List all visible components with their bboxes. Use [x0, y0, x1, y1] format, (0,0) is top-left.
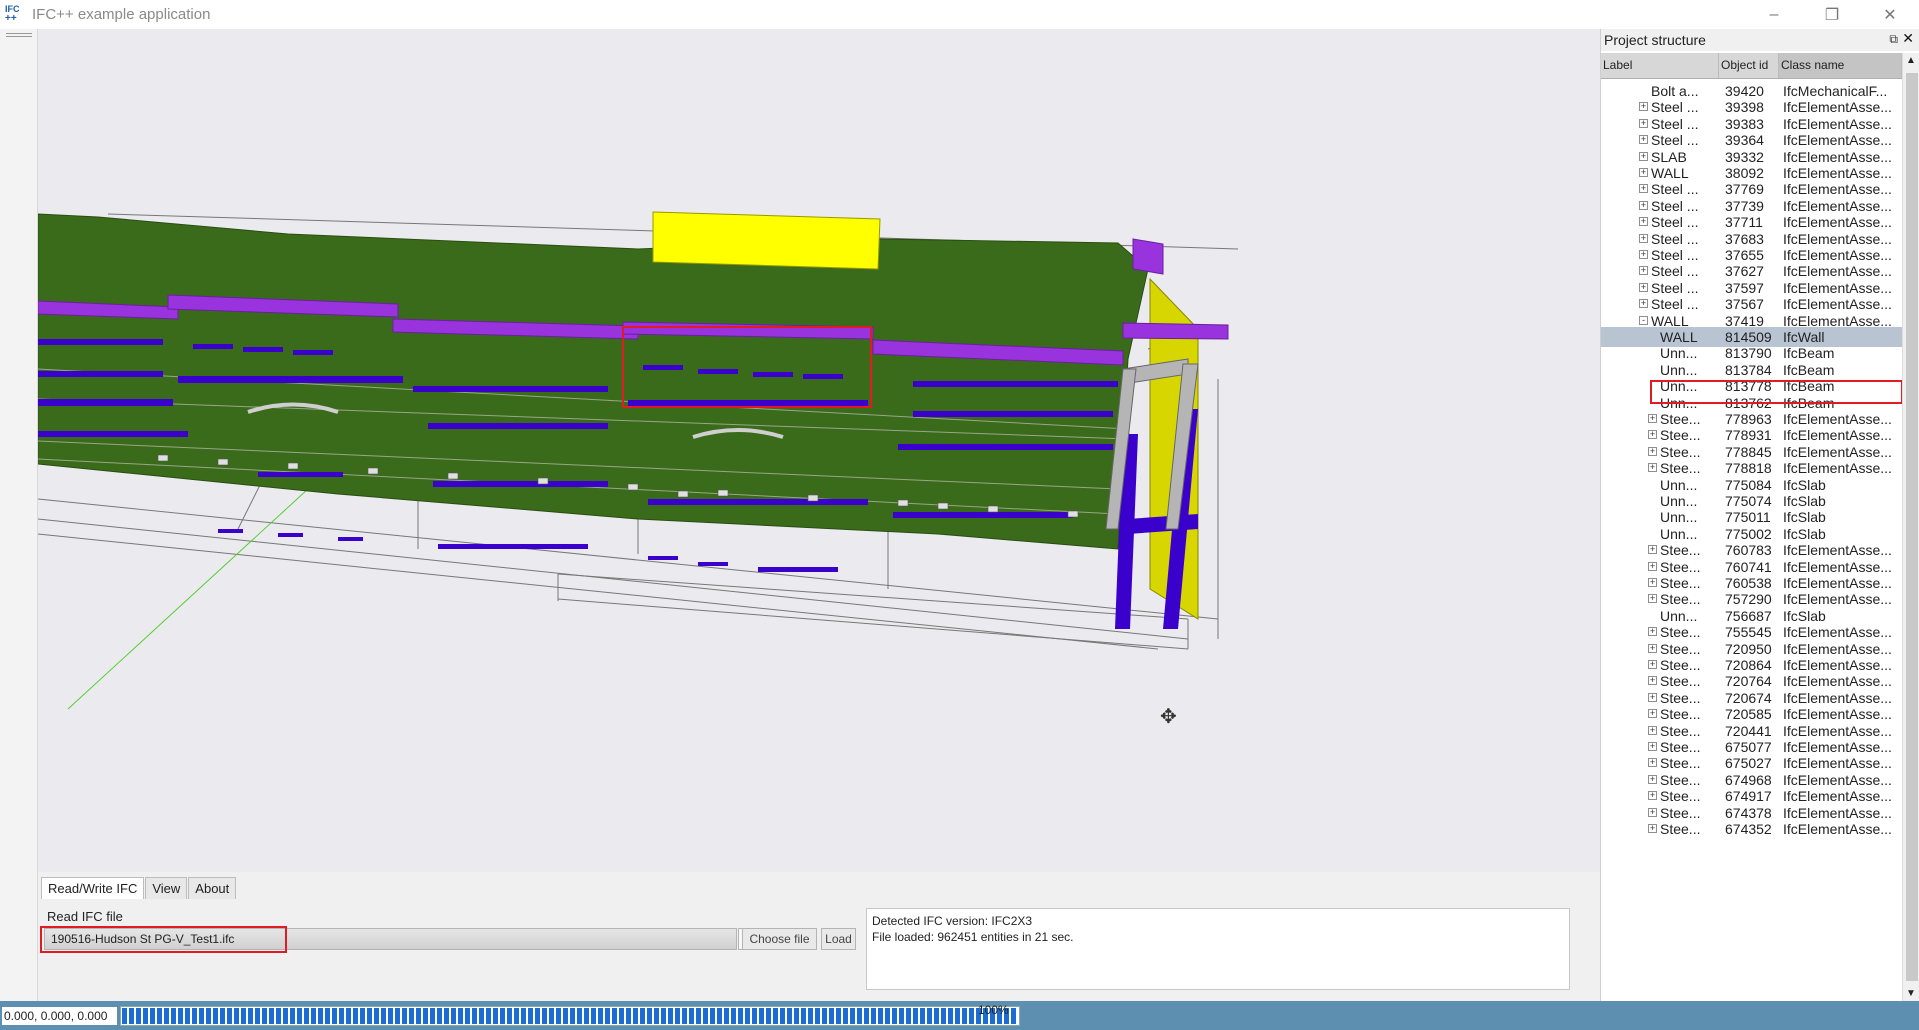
expand-icon[interactable]: + [1648, 545, 1657, 555]
app-logo-bottom: ++ [5, 12, 17, 24]
minimize-button[interactable]: – [1745, 0, 1803, 29]
column-header-object-id[interactable]: Object id [1719, 53, 1779, 78]
window-controls: – ❐ ✕ [1745, 0, 1919, 29]
app-window: IFC ++ IFC++ example application – ❐ ✕ ✥… [0, 0, 1919, 1030]
expand-icon[interactable]: + [1648, 676, 1657, 686]
expand-icon[interactable]: + [1639, 151, 1648, 161]
scroll-thumb[interactable] [1906, 73, 1918, 981]
expand-icon[interactable]: + [1648, 758, 1657, 768]
yellow-element-top[interactable] [652, 211, 881, 270]
expand-icon[interactable]: + [1639, 184, 1648, 194]
3d-model-render[interactable]: ✥ [38, 29, 1600, 872]
left-toolbar [0, 29, 38, 1001]
expand-icon[interactable]: + [1648, 709, 1657, 719]
log-output[interactable]: Detected IFC version: IFC2X3 File loaded… [866, 908, 1570, 990]
progress-bar [120, 1006, 1020, 1026]
expand-icon[interactable]: + [1648, 774, 1657, 784]
tree-view[interactable]: Bolt a... 39420 IfcMechanicalF... + Steel ..… [1601, 81, 1902, 1001]
panel-title: Project structure [1604, 32, 1706, 48]
bottom-panel: Read/Write IFC View About Read IFC file … [38, 872, 1600, 1001]
expand-icon[interactable]: + [1648, 643, 1657, 653]
expand-icon[interactable]: + [1639, 282, 1648, 292]
read-ifc-label: Read IFC file [47, 909, 123, 924]
expand-icon[interactable]: + [1648, 594, 1657, 604]
column-header-label[interactable]: Label [1601, 53, 1719, 78]
tab-bar: Read/Write IFC View About [41, 877, 237, 899]
progress-text: 100% [978, 1003, 1009, 1017]
tree-scrollbar[interactable]: ▲ ▼ [1902, 53, 1919, 1001]
close-panel-icon[interactable]: ✕ [1902, 30, 1914, 47]
expand-icon[interactable]: + [1648, 446, 1657, 456]
log-line: File loaded: 962451 entities in 21 sec. [872, 930, 1074, 944]
expand-icon[interactable]: + [1648, 807, 1657, 817]
project-structure-panel: Project structure ⧉ ✕ Label Object id Cl… [1600, 29, 1919, 1001]
axis-line [67, 488, 309, 710]
tree-row-class-name: IfcElementAsse... [1783, 821, 1892, 837]
move-cursor-icon: ✥ [1160, 704, 1177, 728]
toolbar-grip-icon[interactable] [6, 33, 32, 37]
expand-icon[interactable]: + [1648, 463, 1657, 473]
collapse-icon[interactable]: - [1639, 315, 1648, 325]
expand-icon[interactable]: + [1648, 660, 1657, 669]
expand-icon[interactable]: + [1639, 233, 1648, 243]
expand-icon[interactable]: + [1639, 102, 1648, 112]
window-title: IFC++ example application [32, 6, 211, 23]
expand-icon[interactable]: + [1648, 692, 1657, 702]
expand-icon[interactable]: + [1648, 627, 1657, 637]
expand-icon[interactable]: + [1639, 168, 1648, 177]
title-bar: IFC ++ IFC++ example application – ❐ ✕ [0, 0, 1919, 29]
expand-icon[interactable]: + [1639, 118, 1648, 128]
tree-row-object-id: 674352 [1725, 821, 1772, 837]
expand-icon[interactable]: + [1648, 725, 1657, 735]
float-panel-icon[interactable]: ⧉ [1889, 32, 1898, 47]
tab-about[interactable]: About [188, 877, 237, 899]
expand-icon[interactable]: + [1648, 742, 1657, 751]
tree-row-label: Stee... [1660, 821, 1701, 837]
panel-header: Project structure ⧉ ✕ [1601, 29, 1919, 51]
expand-icon[interactable]: + [1648, 578, 1657, 587]
log-line: Detected IFC version: IFC2X3 [872, 914, 1033, 928]
expand-icon[interactable]: + [1639, 250, 1648, 259]
close-button[interactable]: ✕ [1861, 0, 1919, 29]
expand-icon[interactable]: + [1648, 414, 1657, 423]
tree-header: Label Object id Class name [1601, 53, 1902, 79]
tab-view[interactable]: View [145, 877, 188, 899]
tree-row[interactable]: + Stee... 674352 IfcElementAsse... [1601, 819, 1902, 839]
expand-icon[interactable]: + [1639, 266, 1648, 276]
tab-read-write-ifc[interactable]: Read/Write IFC [41, 877, 145, 899]
selected-row-highlight [1650, 380, 1903, 404]
expand-icon[interactable]: + [1639, 217, 1648, 227]
column-header-class-name[interactable]: Class name [1779, 53, 1902, 78]
scroll-down-icon[interactable]: ▼ [1906, 988, 1916, 999]
maximize-button[interactable]: ❐ [1803, 0, 1861, 29]
app-logo-top: IFC [5, 3, 20, 14]
expand-icon[interactable]: + [1648, 430, 1657, 440]
coordinates-readout: 0.000, 0.000, 0.000 [2, 1007, 117, 1025]
expand-icon[interactable]: + [1639, 135, 1648, 145]
expand-icon[interactable]: + [1639, 299, 1648, 309]
app-logo-icon: IFC ++ [4, 4, 26, 26]
choose-file-button[interactable]: Choose file [742, 928, 817, 950]
progress-fill [122, 1008, 1018, 1024]
expand-icon[interactable]: + [1648, 561, 1657, 571]
expand-icon[interactable]: + [1648, 791, 1657, 801]
expand-icon[interactable]: + [1639, 200, 1648, 210]
file-path-highlight [40, 926, 287, 953]
scroll-up-icon[interactable]: ▲ [1906, 55, 1916, 66]
load-button[interactable]: Load [821, 928, 856, 950]
status-bar: 0.000, 0.000, 0.000 100% [0, 1001, 1919, 1030]
3d-viewport[interactable]: ✥ [38, 29, 1600, 872]
expand-icon[interactable]: + [1648, 824, 1657, 833]
